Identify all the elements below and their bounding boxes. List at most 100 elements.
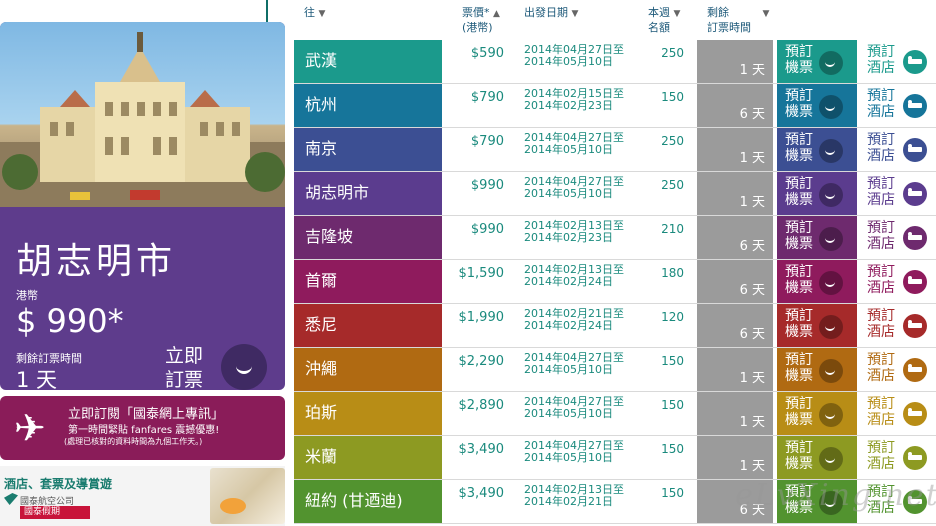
smile-icon[interactable] <box>819 315 843 339</box>
smile-icon[interactable] <box>819 51 843 75</box>
sort-down-icon[interactable]: ▼ <box>572 9 579 19</box>
table-row[interactable]: 米蘭 $3,490 2014年04月27日至 2014年05月10日 150 1 天 預訂機… <box>294 436 936 480</box>
destination-cell[interactable]: 紐約 (甘迺迪) <box>294 480 442 523</box>
remaining-cell: 6 天 <box>697 260 773 303</box>
destination-cell[interactable]: 杭州 <box>294 84 442 127</box>
header-seats[interactable]: 本週 ▼ 名額 <box>648 6 680 35</box>
sort-up-icon[interactable]: ▲ <box>493 9 500 19</box>
book-flight-button[interactable]: 預訂機票 <box>777 128 857 171</box>
destination-cell[interactable]: 吉隆坡 <box>294 216 442 259</box>
price-cell: $990 <box>470 222 504 237</box>
book-flight-button[interactable]: 預訂機票 <box>777 260 857 303</box>
smile-icon[interactable] <box>819 139 843 163</box>
smile-icon[interactable] <box>819 359 843 383</box>
book-flight-button[interactable]: 預訂機票 <box>777 84 857 127</box>
book-hotel-button[interactable]: 預訂酒店 <box>857 84 936 127</box>
remaining-value: 1 天 <box>739 151 765 166</box>
sort-down-icon[interactable]: ▼ <box>674 9 681 19</box>
book-flight-label: 預訂機票 <box>785 176 813 208</box>
featured-deal-card[interactable]: 胡志明市 港幣 $ 990* 剩餘訂票時間 1 天 立即訂票 <box>0 22 285 390</box>
bed-icon[interactable] <box>903 182 927 206</box>
book-flight-button[interactable]: 預訂機票 <box>777 172 857 215</box>
price-cell: $3,490 <box>458 486 505 501</box>
destination-cell[interactable]: 米蘭 <box>294 436 442 479</box>
book-hotel-button[interactable]: 預訂酒店 <box>857 172 936 215</box>
book-hotel-button[interactable]: 預訂酒店 <box>857 260 936 303</box>
destination-cell[interactable]: 武漢 <box>294 40 442 83</box>
header-date-label: 出發日期 <box>524 6 568 19</box>
breakfast-image <box>210 468 285 524</box>
smile-icon[interactable] <box>221 344 267 390</box>
book-hotel-button[interactable]: 預訂酒店 <box>857 216 936 259</box>
bed-icon[interactable] <box>903 50 927 74</box>
newsletter-promo[interactable]: ✈ 立即訂閱「國泰網上專訊」 第一時間緊貼 fanfares 震撼優惠! (處理… <box>0 396 285 460</box>
smile-icon[interactable] <box>819 271 843 295</box>
bed-icon[interactable] <box>903 94 927 118</box>
date-cell: 2014年04月27日至 2014年05月10日 <box>524 132 624 156</box>
bed-icon[interactable] <box>903 314 927 338</box>
book-hotel-button[interactable]: 預訂酒店 <box>857 348 936 391</box>
book-flight-button[interactable]: 預訂機票 <box>777 216 857 259</box>
date-cell: 2014年02月13日至 2014年02月21日 <box>524 484 624 508</box>
book-flight-button[interactable]: 預訂機票 <box>777 392 857 435</box>
remaining-value: 1 天 <box>739 415 765 430</box>
hotel-package-banner[interactable]: 酒店、套票及導賞遊 國泰航空公司 國泰假期 <box>0 466 285 526</box>
book-hotel-button[interactable]: 預訂酒店 <box>857 304 936 347</box>
header-destination[interactable]: 往 ▼ <box>304 6 325 21</box>
header-date[interactable]: 出發日期 ▼ <box>524 6 578 21</box>
destination-cell[interactable]: 沖繩 <box>294 348 442 391</box>
date-end: 2014年05月10日 <box>524 55 613 68</box>
smile-icon[interactable] <box>819 95 843 119</box>
seats-cell: 250 <box>661 46 684 60</box>
smile-icon[interactable] <box>819 183 843 207</box>
sort-down-icon[interactable]: ▼ <box>763 9 770 19</box>
book-flight-button[interactable]: 預訂機票 <box>777 40 857 83</box>
bed-icon[interactable] <box>903 402 927 426</box>
header-price-label: 票價* <box>462 6 490 19</box>
bed-icon[interactable] <box>903 226 927 250</box>
bed-icon[interactable] <box>903 138 927 162</box>
featured-book-label[interactable]: 立即訂票 <box>165 344 215 390</box>
hotel-banner-title: 酒店、套票及導賞遊 <box>4 477 113 491</box>
smile-icon[interactable] <box>819 403 843 427</box>
book-flight-button[interactable]: 預訂機票 <box>777 348 857 391</box>
price-cell: $590 <box>470 46 504 61</box>
table-row[interactable]: 胡志明市 $990 2014年04月27日至 2014年05月10日 250 1 天 預訂機… <box>294 172 936 216</box>
price-cell: $3,490 <box>458 442 505 457</box>
table-row[interactable]: 珀斯 $2,890 2014年04月27日至 2014年05月10日 150 1 天 預訂機… <box>294 392 936 436</box>
destination-cell[interactable]: 胡志明市 <box>294 172 442 215</box>
header-remaining[interactable]: 剩餘 ▼ 訂票時間 <box>707 6 769 35</box>
table-row[interactable]: 武漢 $590 2014年04月27日至 2014年05月10日 250 1 天 預訂機票 預… <box>294 40 936 84</box>
table-row[interactable]: 杭州 $790 2014年02月15日至 2014年02月23日 150 6 天 預訂機票 預… <box>294 84 936 128</box>
smile-icon[interactable] <box>819 227 843 251</box>
table-row[interactable]: 首爾 $1,590 2014年02月13日至 2014年02月24日 180 6 天 預訂機… <box>294 260 936 304</box>
destination-cell[interactable]: 首爾 <box>294 260 442 303</box>
bed-icon[interactable] <box>903 446 927 470</box>
bed-icon[interactable] <box>903 270 927 294</box>
remaining-cell: 1 天 <box>697 128 773 171</box>
book-hotel-label: 預訂酒店 <box>867 264 895 296</box>
smile-icon[interactable] <box>819 447 843 471</box>
destination-cell[interactable]: 南京 <box>294 128 442 171</box>
date-cell: 2014年02月13日至 2014年02月24日 <box>524 264 624 288</box>
book-hotel-button[interactable]: 預訂酒店 <box>857 392 936 435</box>
header-price[interactable]: 票價* ▲ (港幣) <box>462 6 500 35</box>
table-row[interactable]: 悉尼 $1,990 2014年02月21日至 2014年02月24日 120 6 天 預訂機… <box>294 304 936 348</box>
bed-icon[interactable] <box>903 358 927 382</box>
date-cell: 2014年04月27日至 2014年05月10日 <box>524 440 624 464</box>
book-hotel-button[interactable]: 預訂酒店 <box>857 436 936 479</box>
sort-down-icon[interactable]: ▼ <box>319 9 326 19</box>
table-row[interactable]: 沖繩 $2,290 2014年04月27日至 2014年05月10日 150 1 天 預訂機… <box>294 348 936 392</box>
price-cell: $2,890 <box>458 398 505 413</box>
table-row[interactable]: 吉隆坡 $990 2014年02月13日至 2014年02月23日 210 6 天 預訂機票… <box>294 216 936 260</box>
destination-cell[interactable]: 悉尼 <box>294 304 442 347</box>
book-hotel-button[interactable]: 預訂酒店 <box>857 128 936 171</box>
featured-price: $ 990* <box>16 302 124 340</box>
book-flight-button[interactable]: 預訂機票 <box>777 436 857 479</box>
destination-cell[interactable]: 珀斯 <box>294 392 442 435</box>
book-hotel-button[interactable]: 預訂酒店 <box>857 40 936 83</box>
book-flight-button[interactable]: 預訂機票 <box>777 304 857 347</box>
promo-line2: 第一時間緊貼 fanfares 震撼優惠! <box>68 425 220 436</box>
date-end: 2014年05月10日 <box>524 187 613 200</box>
table-row[interactable]: 南京 $790 2014年04月27日至 2014年05月10日 250 1 天 預訂機票 預… <box>294 128 936 172</box>
